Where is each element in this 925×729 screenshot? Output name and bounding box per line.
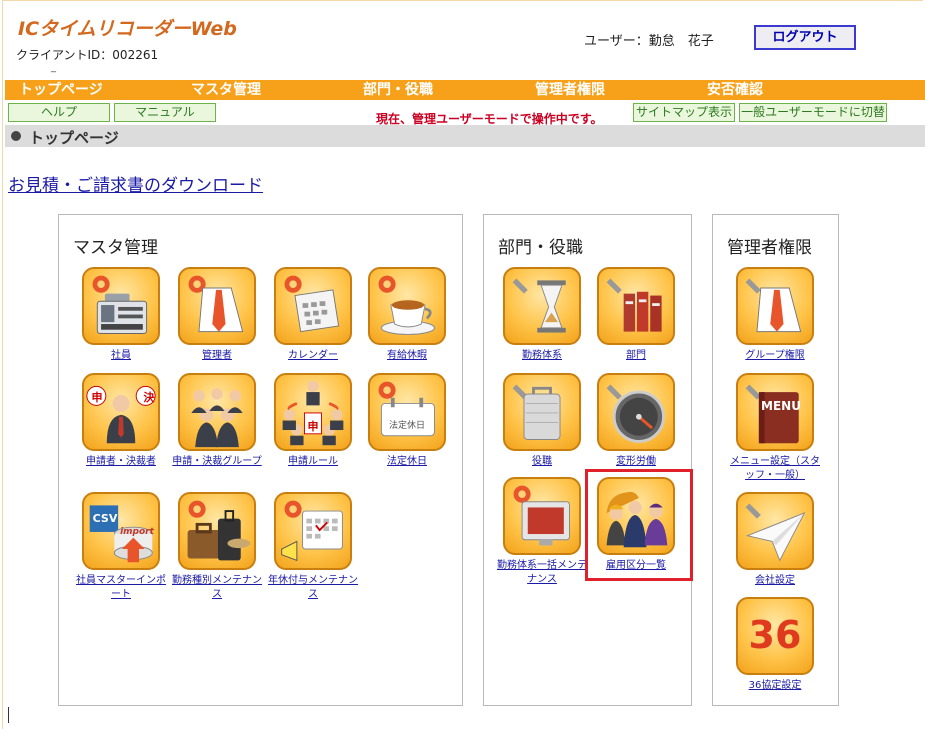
panel-title: 管理者権限	[727, 238, 812, 258]
help-button[interactable]: ヘルプ	[8, 103, 110, 122]
tile-label[interactable]: メニュー設定（スタッフ・一般）	[727, 455, 823, 483]
panel-title: 部門・役職	[498, 238, 583, 258]
breadcrumb-label: トップページ	[29, 129, 119, 147]
tile-label[interactable]: グループ権限	[727, 349, 823, 363]
manual-button[interactable]: マニュアル	[114, 103, 216, 122]
app-title: ICタイムリコーダーWeb	[18, 18, 237, 40]
client-id: クライアントID：002261	[16, 48, 159, 62]
import-text: import	[120, 527, 154, 537]
tile-paid-leave[interactable]: 有給休暇	[359, 267, 455, 363]
tile-label[interactable]: 有給休暇	[359, 349, 455, 363]
menu-master[interactable]: マスタ管理	[191, 80, 261, 100]
tile-label[interactable]: 社員	[73, 349, 169, 363]
main-menu-bar: トップページ マスタ管理 部門・役職 管理者権限 安否確認	[5, 80, 925, 100]
csv-text: CSV	[92, 512, 118, 525]
coffee-cup-icon	[368, 267, 446, 345]
number-36-icon: 36	[736, 597, 814, 675]
shirt-tie-icon	[178, 267, 256, 345]
tile-label[interactable]: 申請ルール	[265, 455, 361, 469]
tile-label[interactable]: 部門	[588, 349, 684, 363]
number-36: 36	[748, 613, 802, 657]
group-people-icon	[178, 373, 256, 451]
luggage-icon	[178, 492, 256, 570]
tile-calendar[interactable]: カレンダー	[265, 267, 361, 363]
tile-employee[interactable]: 社員	[73, 267, 169, 363]
tile-label[interactable]: 申請者・決裁者	[73, 455, 169, 469]
tile-label[interactable]: 勤務種別メンテナンス	[169, 574, 265, 602]
tile-label[interactable]: 法定休日	[359, 455, 455, 469]
text-cursor	[8, 707, 9, 723]
tile-annual-leave-maintenance[interactable]: 年休付与メンテナンス	[265, 492, 361, 602]
binders-icon	[597, 267, 675, 345]
gauge-icon	[597, 373, 675, 451]
tile-flexible-labor[interactable]: 変形労働	[588, 373, 684, 469]
tile-work-system[interactable]: 勤務体系	[494, 267, 590, 363]
csv-import-icon: CSV import	[82, 492, 160, 570]
menu-text: MENU	[761, 399, 801, 413]
tile-label[interactable]: 管理者	[169, 349, 265, 363]
tile-label[interactable]: 申請・決裁グループ	[169, 455, 265, 469]
tile-label[interactable]: 会社設定	[727, 574, 823, 588]
tile-department[interactable]: 部門	[588, 267, 684, 363]
tile-company-setting[interactable]: 会社設定	[727, 492, 823, 588]
tile-label[interactable]: 役職	[494, 455, 590, 469]
tile-approval-group[interactable]: 申請・決裁グループ	[169, 373, 265, 469]
paper-plane-icon	[736, 492, 814, 570]
tile-label[interactable]: 変形労働	[588, 455, 684, 469]
admin-panel: 管理者権限 グループ権限 MENU メニュー設定（スタッフ・一般） 会社設定 3…	[712, 214, 839, 706]
download-invoice-link[interactable]: お見積・ご請求書のダウンロード	[8, 171, 263, 196]
briefcase-icon	[503, 373, 581, 451]
panel-title: マスタ管理	[73, 238, 158, 258]
user-name: ユーザー：勤怠 花子	[584, 34, 714, 49]
master-panel: マスタ管理 社員 管理者 カレンダー 有給休暇 申 決 申請者・決裁者 申請・決…	[58, 214, 463, 706]
tile-work-type-maintenance[interactable]: 勤務種別メンテナンス	[169, 492, 265, 602]
tile-36-agreement[interactable]: 36 36協定設定	[727, 597, 823, 693]
tile-label[interactable]: 社員マスターインポート	[73, 574, 169, 602]
stamp-ketsu: 決	[143, 391, 155, 404]
menu-safety[interactable]: 安否確認	[707, 80, 763, 100]
switch-user-mode-button[interactable]: 一般ユーザーモードに切替	[739, 103, 887, 122]
calendar-icon	[274, 267, 352, 345]
holiday-text: 法定休日	[388, 421, 425, 431]
tile-label[interactable]: 年休付与メンテナンス	[265, 574, 361, 602]
bullet-icon	[11, 131, 21, 141]
selection-highlight	[585, 469, 693, 581]
menu-admin[interactable]: 管理者権限	[535, 80, 605, 100]
menu-dept[interactable]: 部門・役職	[363, 80, 433, 100]
tile-application-rule[interactable]: 申 申請ルール	[265, 373, 361, 469]
tile-label[interactable]: 36協定設定	[727, 679, 823, 693]
calendar-megaphone-icon	[274, 492, 352, 570]
stamp-sho: 申	[307, 420, 319, 433]
monitor-icon	[503, 477, 581, 555]
tile-employee-import[interactable]: CSV import 社員マスターインポート	[73, 492, 169, 602]
tile-applicant-approver[interactable]: 申 決 申請者・決裁者	[73, 373, 169, 469]
hourglass-icon	[503, 267, 581, 345]
approval-flow-icon: 申	[274, 373, 352, 451]
menu-book-icon: MENU	[736, 373, 814, 451]
employee-id-card-icon	[82, 267, 160, 345]
tile-label[interactable]: 勤務体系	[494, 349, 590, 363]
applicant-approver-icon: 申 決	[82, 373, 160, 451]
tile-position[interactable]: 役職	[494, 373, 590, 469]
stamp-sho: 申	[91, 391, 103, 404]
separator-mark: _	[51, 62, 56, 73]
sitemap-button[interactable]: サイトマップ表示	[633, 103, 735, 122]
tile-work-system-bulk[interactable]: 勤務体系一括メンテナンス	[494, 477, 590, 587]
tile-group-permission[interactable]: グループ権限	[727, 267, 823, 363]
logout-button[interactable]: ログアウト	[754, 25, 856, 50]
tile-manager[interactable]: 管理者	[169, 267, 265, 363]
tile-legal-holiday[interactable]: 法定休日 法定休日	[359, 373, 455, 469]
tile-label[interactable]: カレンダー	[265, 349, 361, 363]
menu-top-page[interactable]: トップページ	[19, 80, 103, 100]
breadcrumb: トップページ	[5, 125, 925, 147]
shirt-tie-icon	[736, 267, 814, 345]
dept-panel: 部門・役職 勤務体系 部門 役職 変形労働 勤務体系一括メンテナンス 雇用区分一…	[483, 214, 692, 706]
tile-menu-setting[interactable]: MENU メニュー設定（スタッフ・一般）	[727, 373, 823, 483]
holiday-calendar-icon: 法定休日	[368, 373, 446, 451]
tile-label[interactable]: 勤務体系一括メンテナンス	[494, 559, 590, 587]
